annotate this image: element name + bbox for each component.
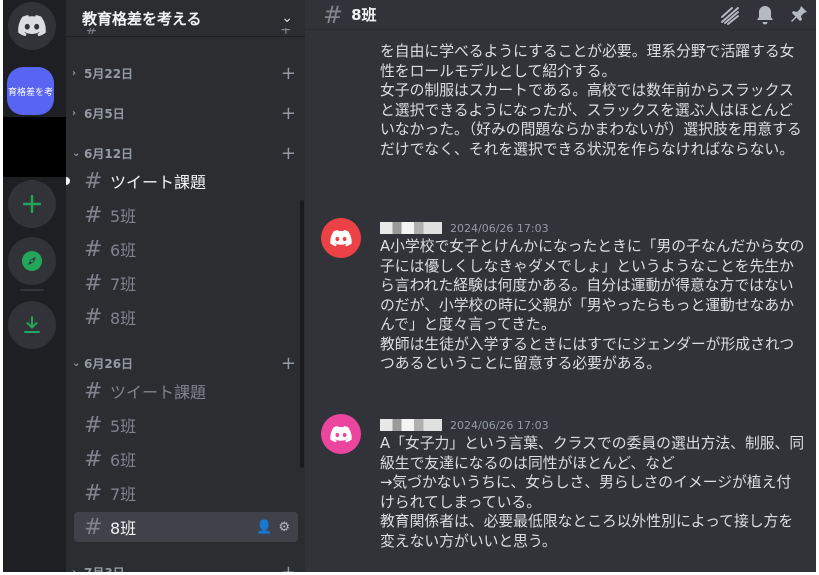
channel-name: 7班 bbox=[110, 485, 137, 504]
message-text: A小学校で女子とけんかになったときに「男の子なんだから女の子には優しくしなきゃダ… bbox=[380, 238, 805, 372]
message-header: 2024/06/26 17:03 bbox=[380, 417, 549, 433]
channel-name: 8班 bbox=[110, 519, 137, 538]
chevron-down-icon: ⌄ bbox=[72, 147, 81, 159]
redacted-server-block bbox=[0, 117, 66, 177]
message-timestamp: 2024/06/26 17:03 bbox=[450, 418, 549, 432]
threads-icon[interactable] bbox=[719, 4, 741, 26]
category-label: 5月22日 bbox=[84, 66, 134, 81]
channel-name: 6班 bbox=[110, 451, 137, 470]
pin-icon[interactable] bbox=[789, 4, 809, 26]
avatar[interactable] bbox=[321, 414, 361, 454]
discord-logo-icon bbox=[330, 229, 352, 246]
hash-icon: # bbox=[84, 304, 103, 330]
gear-icon[interactable]: ⚙ bbox=[278, 520, 290, 535]
hash-icon: # bbox=[84, 270, 103, 296]
explore-servers-button[interactable] bbox=[8, 237, 56, 285]
channel-5-jun26[interactable]: # 5班 bbox=[74, 410, 298, 440]
chat-area: # 8班 を自由に学べるようにすることが必要。理系分野で活躍する女性をロールモデ… bbox=[305, 0, 819, 575]
create-channel-icon[interactable]: + bbox=[281, 353, 296, 374]
channel-title: 8班 bbox=[351, 6, 377, 24]
channel-sidebar: 教育格差を考える ⌄ # + › 5月22日 + › 6月5日 + ⌄ 6月12… bbox=[66, 0, 305, 575]
category-may22[interactable]: › 5月22日 + bbox=[72, 63, 296, 84]
hash-icon: # bbox=[84, 514, 103, 540]
chevron-down-icon: ⌄ bbox=[281, 10, 293, 26]
avatar[interactable] bbox=[321, 218, 361, 258]
channel-name: 5班 bbox=[110, 417, 137, 436]
hash-icon: # bbox=[84, 202, 103, 228]
create-channel-icon[interactable]: + bbox=[281, 143, 296, 164]
rail-separator bbox=[20, 289, 44, 291]
channel-7-jun12[interactable]: # 7班 bbox=[74, 268, 298, 298]
plus-icon: + bbox=[280, 28, 290, 38]
hash-icon: # bbox=[84, 480, 103, 506]
create-channel-icon[interactable]: + bbox=[281, 103, 296, 124]
redacted-username[interactable] bbox=[380, 419, 442, 431]
category-label: 6月26日 bbox=[84, 356, 134, 371]
category-jun26[interactable]: ⌄ 6月26日 + bbox=[72, 353, 296, 374]
message-text: を自由に学べるようにすることが必要。理系分野で活躍する女性をロールモデルとして紹… bbox=[380, 43, 802, 158]
channel-name: ツイート課題 bbox=[110, 173, 207, 192]
create-channel-icon[interactable]: + bbox=[281, 63, 296, 84]
channel-header: # 8班 bbox=[305, 0, 819, 30]
window-frame-left bbox=[0, 0, 3, 575]
add-server-button[interactable] bbox=[8, 180, 56, 228]
discord-home-button[interactable] bbox=[8, 2, 56, 50]
unread-indicator bbox=[66, 177, 70, 185]
bell-icon[interactable] bbox=[755, 4, 775, 26]
server-name: 教育格差を考える bbox=[82, 9, 202, 28]
server-rail: 育格差を考え bbox=[0, 0, 66, 575]
sidebar-scrollbar[interactable] bbox=[300, 200, 304, 468]
channel-6-jun26[interactable]: # 6班 bbox=[74, 444, 298, 474]
channel-name: ツイート課題 bbox=[110, 383, 207, 402]
hash-icon: # bbox=[84, 378, 103, 404]
channel-6-jun12[interactable]: # 6班 bbox=[74, 234, 298, 264]
hash-icon: # bbox=[84, 412, 103, 438]
channel-7-jun26[interactable]: # 7班 bbox=[74, 478, 298, 508]
compass-icon bbox=[22, 251, 42, 271]
redacted-username[interactable] bbox=[380, 222, 442, 234]
channel-5-jun12[interactable]: # 5班 bbox=[74, 200, 298, 230]
channel-tweet-jun12[interactable]: # ツイート課題 bbox=[74, 166, 298, 196]
invite-icon[interactable]: 👤 bbox=[256, 520, 272, 535]
category-jun5[interactable]: › 6月5日 + bbox=[72, 103, 296, 124]
hash-icon: # bbox=[323, 0, 344, 29]
category-label: 6月12日 bbox=[84, 146, 134, 161]
hash-icon: # bbox=[86, 28, 98, 38]
server-icon-kyoiku[interactable]: 育格差を考え bbox=[7, 67, 54, 115]
message-timestamp: 2024/06/26 17:03 bbox=[450, 221, 549, 235]
category-label: 6月5日 bbox=[84, 106, 125, 121]
channel-name: 5班 bbox=[110, 207, 137, 226]
message-text: A「女子力」という言葉、クラスでの委員の選出方法、制服、同級生で友達になるのは同… bbox=[380, 435, 805, 550]
message-header: 2024/06/26 17:03 bbox=[380, 220, 549, 236]
hash-icon: # bbox=[84, 168, 103, 194]
chevron-right-icon: › bbox=[72, 107, 77, 119]
chevron-down-icon: ⌄ bbox=[72, 357, 81, 369]
hash-icon: # bbox=[84, 446, 103, 472]
channel-8-jun12[interactable]: # 8班 bbox=[74, 302, 298, 332]
hash-icon: # bbox=[84, 236, 103, 262]
clipped-category-row: # + bbox=[80, 28, 290, 38]
channel-name: 7班 bbox=[110, 275, 137, 294]
channel-name: 6班 bbox=[110, 241, 137, 260]
server-icon-label: 育格差を考え bbox=[8, 87, 54, 98]
channel-tweet-jun26[interactable]: # ツイート課題 bbox=[74, 376, 298, 406]
channel-8-jun26[interactable]: # 8班 👤 ⚙ bbox=[74, 512, 298, 542]
category-jun12[interactable]: ⌄ 6月12日 + bbox=[72, 143, 296, 164]
channel-name: 8班 bbox=[110, 309, 137, 328]
download-icon bbox=[24, 316, 40, 333]
chevron-right-icon: › bbox=[72, 67, 77, 79]
discord-logo-icon bbox=[18, 15, 46, 37]
discord-logo-icon bbox=[330, 425, 352, 442]
download-apps-button[interactable] bbox=[8, 301, 56, 349]
plus-icon bbox=[22, 194, 42, 214]
